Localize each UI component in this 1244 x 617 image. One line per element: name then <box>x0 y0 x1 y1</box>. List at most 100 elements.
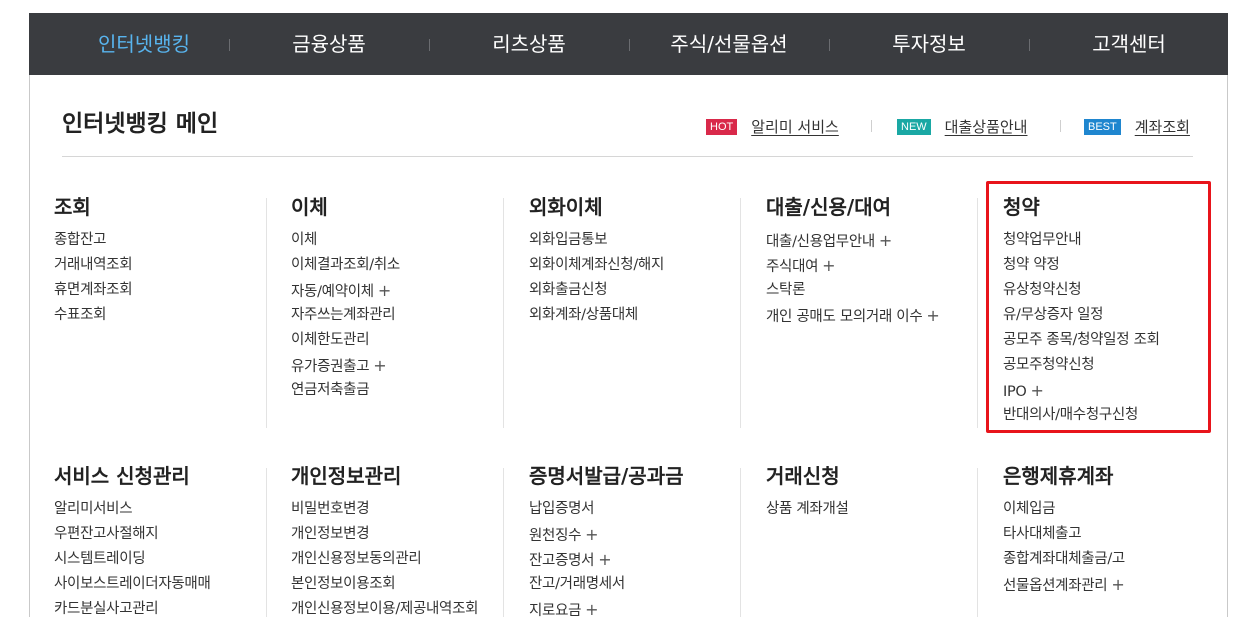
menu-item[interactable]: 외화계좌/상품대체 <box>529 303 664 328</box>
menu-item-label: 카드분실사고관리 <box>54 601 159 617</box>
menu-column-title[interactable]: 증명서발급/공과금 <box>529 463 684 489</box>
menu-item[interactable]: 사이보스트레이더자동매매 <box>54 572 211 597</box>
menu-item[interactable]: 잔고증명서 + <box>529 547 684 572</box>
menu-column-title[interactable]: 청약 <box>1003 194 1160 220</box>
menu-item[interactable]: 유/무상증자 일정 <box>1003 303 1160 328</box>
expand-plus-icon[interactable]: + <box>926 306 939 325</box>
expand-plus-icon[interactable]: + <box>585 525 598 544</box>
menu-column-title[interactable]: 대출/신용/대여 <box>766 194 939 220</box>
menu-item[interactable]: 자동/예약이체 + <box>291 278 400 303</box>
menu-item[interactable]: 종합계좌대체출금/고 <box>1003 547 1125 572</box>
expand-plus-icon[interactable]: + <box>378 281 391 300</box>
menu-column-title[interactable]: 개인정보관리 <box>291 463 478 489</box>
menu-item[interactable]: 청약 약정 <box>1003 253 1160 278</box>
menu-item[interactable]: 원천징수 + <box>529 522 684 547</box>
menu-item-label: 종합계좌대체출금/고 <box>1003 551 1125 567</box>
menu-item-label: 공모주 종목/청약일정 조회 <box>1003 332 1160 348</box>
column-divider <box>740 198 741 428</box>
menu-item[interactable]: 유가증권출고 + <box>291 353 400 378</box>
menu-item-label: 거래내역조회 <box>54 257 133 273</box>
menu-item-label: 이체 <box>291 232 318 248</box>
menu-item[interactable]: 개인 공매도 모의거래 이수 + <box>766 303 940 328</box>
menu-item-label: 타사대체출고 <box>1003 526 1082 542</box>
menu-item[interactable]: 외화출금신청 <box>529 278 664 303</box>
nav-item-investment-info[interactable]: 투자정보 <box>854 13 1004 75</box>
quick-link-alert-service[interactable]: HOT 알리미 서비스 <box>706 116 839 137</box>
menu-item[interactable]: 잔고/거래명세서 <box>529 572 684 597</box>
menu-item[interactable]: 연금저축출금 <box>291 378 400 403</box>
nav-item-customer-center[interactable]: 고객센터 <box>1054 13 1204 75</box>
expand-plus-icon[interactable]: + <box>1111 575 1124 594</box>
menu-item[interactable]: 대출/신용업무안내 + <box>766 228 939 253</box>
menu-item[interactable]: 비밀번호변경 <box>291 497 478 522</box>
menu-item[interactable]: 반대의사/매수청구신청 <box>1003 403 1160 428</box>
nav-item-financial-products[interactable]: 금융상품 <box>254 13 404 75</box>
menu-item[interactable]: 스탁론 <box>766 278 939 303</box>
menu-column-title[interactable]: 조회 <box>54 194 132 220</box>
menu-item[interactable]: 주식대여 + <box>766 253 939 278</box>
new-badge: NEW <box>897 118 931 135</box>
nav-separator <box>1029 39 1030 51</box>
menu-item[interactable]: 시스템트레이딩 <box>54 547 210 572</box>
column-divider <box>503 198 504 428</box>
quick-link-loan-products[interactable]: NEW 대출상품안내 <box>897 116 1027 137</box>
menu-item[interactable]: 우편잔고사절해지 <box>54 522 210 547</box>
nav-separator <box>429 39 430 51</box>
menu-item[interactable]: 타사대체출고 <box>1003 522 1125 547</box>
page-title: 인터넷뱅킹 메인 <box>62 111 219 137</box>
expand-plus-icon[interactable]: + <box>822 256 835 275</box>
menu-item[interactable]: 선물옵션계좌관리 + <box>1003 572 1125 597</box>
menu-item[interactable]: 수표조회 <box>54 303 132 328</box>
menu-item-label: 개인신용정보동의관리 <box>291 551 422 567</box>
menu-item[interactable]: 이체입금 <box>1003 497 1125 522</box>
menu-column-bank-affiliated-account: 은행제휴계좌이체입금타사대체출고종합계좌대체출금/고선물옵션계좌관리 + <box>1003 463 1125 597</box>
nav-item-stocks-futures-options[interactable]: 주식/선물옵션 <box>644 13 814 75</box>
menu-item-label: 이체입금 <box>1003 501 1056 517</box>
menu-item[interactable]: 종합잔고 <box>54 228 132 253</box>
expand-plus-icon[interactable]: + <box>585 600 598 617</box>
menu-item[interactable]: 자주쓰는계좌관리 <box>291 303 400 328</box>
quick-link-account-inquiry[interactable]: BEST 계좌조회 <box>1084 116 1190 137</box>
menu-item[interactable]: 유상청약신청 <box>1003 278 1160 303</box>
expand-plus-icon[interactable]: + <box>598 550 611 569</box>
menu-column-title[interactable]: 서비스 신청관리 <box>54 463 210 489</box>
menu-item[interactable]: 상품 계좌개설 <box>766 497 849 522</box>
menu-item[interactable]: 본인정보이용조회 <box>291 572 478 597</box>
menu-item[interactable]: 휴면계좌조회 <box>54 278 133 303</box>
menu-item[interactable]: 이체결과조회/취소 <box>291 253 400 278</box>
menu-item-label: 지로요금 <box>529 603 582 617</box>
menu-item[interactable]: 공모주청약신청 <box>1003 353 1160 378</box>
menu-list: 상품 계좌개설 <box>766 497 849 522</box>
menu-item-label: 상품 계좌개설 <box>766 501 849 517</box>
menu-column-title[interactable]: 외화이체 <box>529 194 664 220</box>
nav-item-reits-products[interactable]: 리츠상품 <box>454 13 604 75</box>
menu-item-label: 본인정보이용조회 <box>291 576 396 592</box>
menu-item[interactable]: 개인신용정보동의관리 <box>291 547 478 572</box>
menu-item[interactable]: 청약업무안내 <box>1003 228 1160 253</box>
menu-item[interactable]: 개인신용정보이용/제공내역조회 <box>291 597 478 617</box>
menu-item-label: 원천징수 <box>529 528 582 544</box>
menu-item[interactable]: 개인정보변경 <box>291 522 478 547</box>
menu-item[interactable]: 외화입금통보 <box>529 228 664 253</box>
menu-item[interactable]: 카드분실사고관리 <box>54 597 210 617</box>
menu-item-label: 휴면계좌조회 <box>54 282 133 298</box>
menu-item[interactable]: 지로요금 + <box>529 597 684 617</box>
menu-item[interactable]: 거래내역조회 <box>54 253 133 278</box>
menu-item[interactable]: 공모주 종목/청약일정 조회 <box>1003 328 1160 353</box>
expand-plus-icon[interactable]: + <box>373 356 386 375</box>
menu-column-title[interactable]: 은행제휴계좌 <box>1003 463 1125 489</box>
expand-plus-icon[interactable]: + <box>879 231 892 250</box>
menu-item[interactable]: 이체 <box>291 228 400 253</box>
menu-column-title[interactable]: 거래신청 <box>766 463 849 489</box>
menu-item[interactable]: 납입증명서 <box>529 497 684 522</box>
menu-item[interactable]: IPO + <box>1003 378 1160 403</box>
expand-plus-icon[interactable]: + <box>1031 381 1044 400</box>
menu-item[interactable]: 외화이체계좌신청/해지 <box>529 253 664 278</box>
menu-item[interactable]: 이체한도관리 <box>291 328 400 353</box>
menu-column-title[interactable]: 이체 <box>291 194 400 220</box>
nav-item-internet-banking[interactable]: 인터넷뱅킹 <box>69 13 219 75</box>
menu-item[interactable]: 알리미서비스 <box>54 497 210 522</box>
menu-item-label: 주식대여 <box>766 259 819 275</box>
menu-item-label: 외화출금신청 <box>529 282 608 298</box>
menu-item-label: 이체한도관리 <box>291 332 370 348</box>
